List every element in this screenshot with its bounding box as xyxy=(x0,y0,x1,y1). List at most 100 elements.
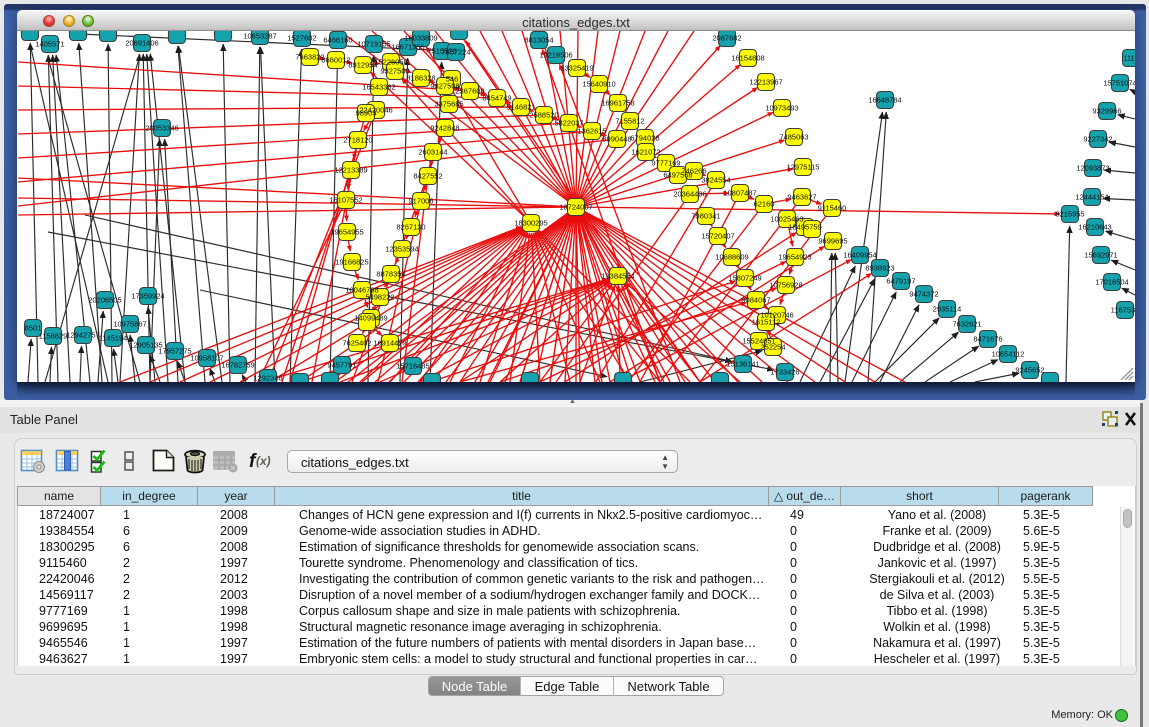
svg-text:10807487: 10807487 xyxy=(723,188,756,197)
svg-text:15640910: 15640910 xyxy=(582,79,615,88)
svg-text:1733426: 1733426 xyxy=(770,367,799,376)
svg-text:12093873: 12093873 xyxy=(1076,163,1109,172)
svg-text:10654112: 10654112 xyxy=(992,349,1025,358)
svg-text:15751074: 15751074 xyxy=(1103,78,1135,87)
svg-text:12444154: 12444154 xyxy=(1075,192,1108,201)
svg-text:12975115: 12975115 xyxy=(787,162,820,171)
svg-text:16648784: 16648784 xyxy=(868,95,901,104)
svg-text:9777169: 9777169 xyxy=(651,158,680,167)
svg-text:1615112: 1615112 xyxy=(752,317,781,326)
svg-text:9457791: 9457791 xyxy=(327,360,356,369)
svg-text:7980341: 7980341 xyxy=(691,211,720,220)
svg-text:20206505: 20206505 xyxy=(88,295,121,304)
svg-text:16782759: 16782759 xyxy=(221,360,254,369)
svg-text:3824554: 3824554 xyxy=(701,175,730,184)
svg-text:1405571: 1405571 xyxy=(35,39,64,48)
svg-text:9327500: 9327500 xyxy=(380,66,409,75)
svg-text:1292346: 1292346 xyxy=(253,373,282,382)
svg-text:14099489: 14099489 xyxy=(354,313,387,322)
svg-text:6479197: 6479197 xyxy=(886,276,915,285)
svg-text:12213389: 12213389 xyxy=(334,165,367,174)
svg-text:8471676: 8471676 xyxy=(973,334,1002,343)
svg-text:6466160: 6466160 xyxy=(323,35,352,44)
svg-text:1167533: 1167533 xyxy=(1111,305,1135,314)
svg-text:8454749: 8454749 xyxy=(482,93,511,102)
svg-text:7625402: 7625402 xyxy=(342,338,371,347)
svg-text:(x): (x) xyxy=(256,454,271,468)
svg-text:8427552: 8427552 xyxy=(413,171,442,180)
svg-text:16961758: 16961758 xyxy=(601,98,634,107)
svg-text:9463627: 9463627 xyxy=(787,192,816,201)
svg-text:16154808: 16154808 xyxy=(731,53,764,62)
svg-text:15720407: 15720407 xyxy=(701,231,734,240)
svg-text:10973493: 10973493 xyxy=(765,103,798,112)
svg-text:16409954: 16409954 xyxy=(843,250,876,259)
svg-text:2603144: 2603144 xyxy=(418,147,447,156)
svg-text:2935114: 2935114 xyxy=(933,304,962,313)
svg-text:10975867: 10975867 xyxy=(113,319,146,328)
svg-text:19654923: 19654923 xyxy=(778,252,811,261)
svg-text:1145194: 1145194 xyxy=(99,333,128,342)
svg-text:12353594: 12353594 xyxy=(385,244,418,253)
svg-text:98903: 98903 xyxy=(356,108,377,117)
svg-text:10719155: 10719155 xyxy=(357,39,390,48)
svg-text:2367608: 2367608 xyxy=(455,86,484,95)
svg-text:16543382: 16543382 xyxy=(362,82,395,91)
svg-text:8267130: 8267130 xyxy=(396,222,425,231)
svg-text:8912954: 8912954 xyxy=(348,60,377,69)
svg-text:15716485: 15716485 xyxy=(396,361,429,370)
svg-text:10653287: 10653287 xyxy=(243,31,276,40)
svg-text:9084067: 9084067 xyxy=(741,295,770,304)
svg-text:20364436: 20364436 xyxy=(673,189,706,198)
svg-text:12942757: 12942757 xyxy=(66,330,99,339)
svg-text:9329966: 9329966 xyxy=(1092,106,1121,115)
svg-text:8938923: 8938923 xyxy=(865,263,894,272)
svg-text:17016504: 17016504 xyxy=(1095,277,1128,286)
svg-text:9699695: 9699695 xyxy=(818,236,847,245)
svg-text:19218506: 19218506 xyxy=(539,50,572,59)
svg-text:10958107: 10958107 xyxy=(190,353,223,362)
svg-text:13325419: 13325419 xyxy=(560,63,593,72)
svg-text:9242848: 9242848 xyxy=(430,123,459,132)
svg-text:10688609: 10688609 xyxy=(715,252,748,261)
svg-text:1621072: 1621072 xyxy=(631,147,660,156)
svg-text:8813054: 8813054 xyxy=(524,35,553,44)
svg-text:18495759: 18495759 xyxy=(788,222,821,231)
svg-text:7857224: 7857224 xyxy=(441,47,470,56)
svg-text:15807249: 15807249 xyxy=(728,273,761,282)
svg-text:16107552: 16107552 xyxy=(329,195,362,204)
svg-text:15226058: 15226058 xyxy=(374,57,407,66)
svg-text:9245652: 9245652 xyxy=(1015,365,1044,374)
svg-text:8990448: 8990448 xyxy=(602,134,631,143)
svg-text:20691406: 20691406 xyxy=(125,38,158,47)
svg-text:5498222: 5498222 xyxy=(365,292,394,301)
svg-text:1527602: 1527602 xyxy=(287,33,316,42)
svg-text:19654955: 19654955 xyxy=(330,227,363,236)
svg-text:16671355: 16671355 xyxy=(391,42,424,51)
svg-text:7663822: 7663822 xyxy=(295,52,324,61)
svg-text:15692971: 15692971 xyxy=(1084,250,1117,259)
svg-text:9227342: 9227342 xyxy=(1083,134,1112,143)
svg-text:7632621: 7632621 xyxy=(952,319,981,328)
svg-text:17957275: 17957275 xyxy=(158,346,191,355)
svg-text:2718120: 2718120 xyxy=(343,135,372,144)
svg-text:7155812: 7155812 xyxy=(615,116,644,125)
svg-text:8878354: 8878354 xyxy=(376,269,405,278)
svg-text:7485063: 7485063 xyxy=(779,132,808,141)
svg-text:1156829: 1156829 xyxy=(39,331,68,340)
svg-text:6794028: 6794028 xyxy=(630,133,659,142)
svg-text:1117: 1117 xyxy=(1123,53,1135,62)
svg-text:18300295: 18300295 xyxy=(514,218,547,227)
svg-text:62160: 62160 xyxy=(754,199,775,208)
svg-text:252254: 252254 xyxy=(760,342,785,351)
svg-text:9115460: 9115460 xyxy=(818,203,847,212)
svg-text:3375685: 3375685 xyxy=(434,99,463,108)
svg-text:9474372: 9474372 xyxy=(909,289,938,298)
svg-text:19166825: 19166825 xyxy=(335,257,368,266)
svg-text:16033809: 16033809 xyxy=(404,33,437,42)
svg-text:17359924: 17359924 xyxy=(131,291,164,300)
svg-text:10756928: 10756928 xyxy=(769,280,802,289)
svg-text:16210643: 16210643 xyxy=(1078,222,1111,231)
svg-text:18724007: 18724007 xyxy=(559,202,592,211)
svg-text:20053346: 20053346 xyxy=(145,123,178,132)
